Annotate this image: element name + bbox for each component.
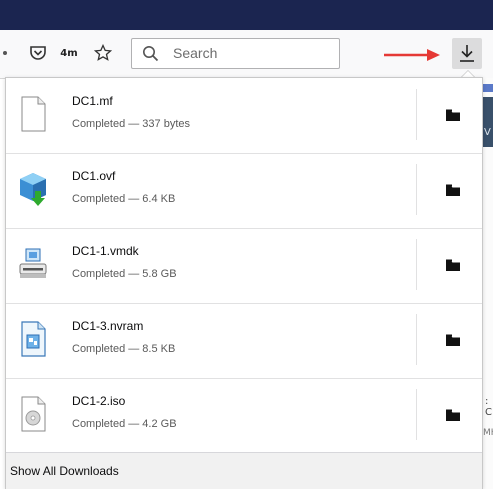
red-arrow-annotation: [383, 47, 441, 66]
nvram-file-icon: [21, 321, 46, 357]
item-divider: [416, 239, 417, 290]
item-divider: [416, 389, 417, 440]
show-all-downloads-label: Show All Downloads: [10, 464, 119, 478]
window-title-bar: [0, 0, 493, 30]
search-placeholder: Search: [173, 45, 218, 61]
download-status: Completed — 5.8 GB: [72, 268, 177, 280]
download-status: Completed — 337 bytes: [72, 118, 191, 130]
background-page-text: : C: [485, 396, 492, 418]
download-item[interactable]: DC1-1.vmdk Completed — 5.8 GB: [6, 228, 482, 304]
search-input[interactable]: Search: [131, 38, 340, 69]
download-arrow-icon: [460, 45, 474, 62]
folder-icon[interactable]: [446, 409, 460, 421]
downloads-panel: DC1.mf Completed — 337 bytes DC1.ovf Com…: [5, 77, 483, 489]
generic-file-icon: [21, 96, 46, 132]
download-item[interactable]: DC1.mf Completed — 337 bytes: [6, 78, 482, 154]
browser-toolbar: 4m Search: [0, 30, 493, 79]
extension-badge[interactable]: 4m: [58, 43, 80, 63]
item-divider: [416, 314, 417, 365]
show-all-downloads-button[interactable]: Show All Downloads: [6, 452, 482, 489]
background-page-text: MH: [483, 428, 493, 438]
folder-icon[interactable]: [446, 334, 460, 346]
download-status: Completed — 6.4 KB: [72, 193, 176, 205]
vmdk-disk-icon: [19, 248, 47, 278]
item-divider: [416, 89, 417, 140]
ovf-package-icon: [20, 173, 46, 206]
overflow-dot: [3, 51, 7, 55]
download-filename: DC1-2.iso: [72, 394, 126, 408]
item-divider: [416, 164, 417, 215]
star-icon[interactable]: [92, 43, 114, 63]
download-item[interactable]: DC1.ovf Completed — 6.4 KB: [6, 153, 482, 229]
search-icon: [142, 45, 159, 66]
folder-icon[interactable]: [446, 184, 460, 196]
download-item[interactable]: DC1-3.nvram Completed — 8.5 KB: [6, 303, 482, 379]
folder-icon[interactable]: [446, 259, 460, 271]
background-page-fragment: V: [483, 97, 493, 147]
download-status: Completed — 4.2 GB: [72, 418, 177, 430]
iso-disc-icon: [21, 396, 46, 432]
download-item[interactable]: DC1-2.iso Completed — 4.2 GB: [6, 378, 482, 454]
downloads-button[interactable]: [452, 38, 482, 69]
background-page-fragment: [483, 84, 493, 92]
download-filename: DC1-3.nvram: [72, 319, 144, 333]
folder-icon[interactable]: [446, 109, 460, 121]
download-filename: DC1.mf: [72, 94, 113, 108]
download-filename: DC1.ovf: [72, 169, 116, 183]
pocket-icon[interactable]: [27, 43, 49, 63]
download-status: Completed — 8.5 KB: [72, 343, 176, 355]
download-filename: DC1-1.vmdk: [72, 244, 139, 258]
